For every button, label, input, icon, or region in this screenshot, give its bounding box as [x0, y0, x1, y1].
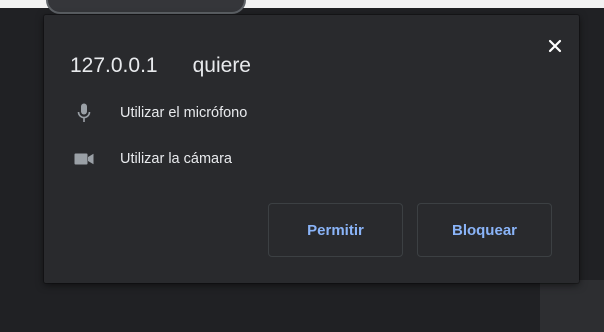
browser-viewport: 127.0.0.1 quiere Utilizar el micrófono U…	[0, 0, 604, 332]
permission-dialog: 127.0.0.1 quiere Utilizar el micrófono U…	[44, 15, 579, 283]
permission-camera-label: Utilizar la cámara	[120, 151, 232, 167]
allow-button[interactable]: Permitir	[268, 203, 403, 257]
camera-icon	[74, 148, 94, 170]
origin-text: 127.0.0.1	[70, 54, 158, 77]
permission-camera: Utilizar la cámara	[74, 148, 232, 170]
close-icon	[548, 39, 562, 53]
permission-microphone: Utilizar el micrófono	[74, 102, 247, 124]
request-verb: quiere	[192, 54, 251, 77]
block-button[interactable]: Bloquear	[417, 203, 552, 257]
permission-microphone-label: Utilizar el micrófono	[120, 105, 248, 121]
close-button[interactable]	[544, 35, 566, 57]
microphone-icon	[74, 102, 94, 124]
page-content-block	[540, 280, 604, 332]
address-bar[interactable]	[46, 0, 246, 14]
dialog-title: 127.0.0.1 quiere	[70, 54, 251, 78]
